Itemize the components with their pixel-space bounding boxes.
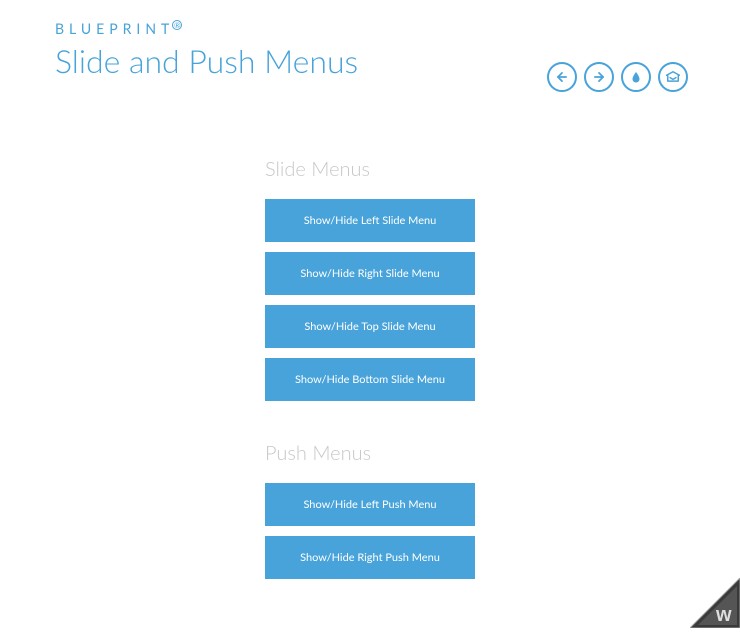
header: BLUEPRINT ® Slide and Push Menus xyxy=(0,0,740,102)
svg-text:w: w xyxy=(715,604,732,626)
section-slide-menus: Slide Menus Show/Hide Left Slide Menu Sh… xyxy=(265,157,475,411)
show-hide-bottom-slide-button[interactable]: Show/Hide Bottom Slide Menu xyxy=(265,358,475,401)
drop-icon xyxy=(630,71,642,83)
nav-drop-button[interactable] xyxy=(621,62,651,92)
show-hide-top-slide-button[interactable]: Show/Hide Top Slide Menu xyxy=(265,305,475,348)
corner-logo: w xyxy=(690,578,740,628)
archive-icon xyxy=(666,70,680,84)
show-hide-left-push-button[interactable]: Show/Hide Left Push Menu xyxy=(265,483,475,526)
section-title: Slide Menus xyxy=(265,157,475,181)
brand-mark: ® xyxy=(172,20,182,30)
nav-back-button[interactable] xyxy=(547,62,577,92)
header-left: BLUEPRINT ® Slide and Push Menus xyxy=(55,20,547,80)
arrow-right-icon xyxy=(592,70,606,84)
section-push-menus: Push Menus Show/Hide Left Push Menu Show… xyxy=(265,411,475,589)
nav-icons xyxy=(547,62,688,92)
show-hide-right-push-button[interactable]: Show/Hide Right Push Menu xyxy=(265,536,475,579)
main: Slide Menus Show/Hide Left Slide Menu Sh… xyxy=(0,102,740,589)
nav-forward-button[interactable] xyxy=(584,62,614,92)
brand[interactable]: BLUEPRINT ® xyxy=(55,20,547,37)
arrow-left-icon xyxy=(555,70,569,84)
show-hide-left-slide-button[interactable]: Show/Hide Left Slide Menu xyxy=(265,199,475,242)
nav-archive-button[interactable] xyxy=(658,62,688,92)
show-hide-right-slide-button[interactable]: Show/Hide Right Slide Menu xyxy=(265,252,475,295)
section-title: Push Menus xyxy=(265,441,475,465)
brand-text: BLUEPRINT xyxy=(55,20,174,37)
page-title: Slide and Push Menus xyxy=(55,41,547,80)
